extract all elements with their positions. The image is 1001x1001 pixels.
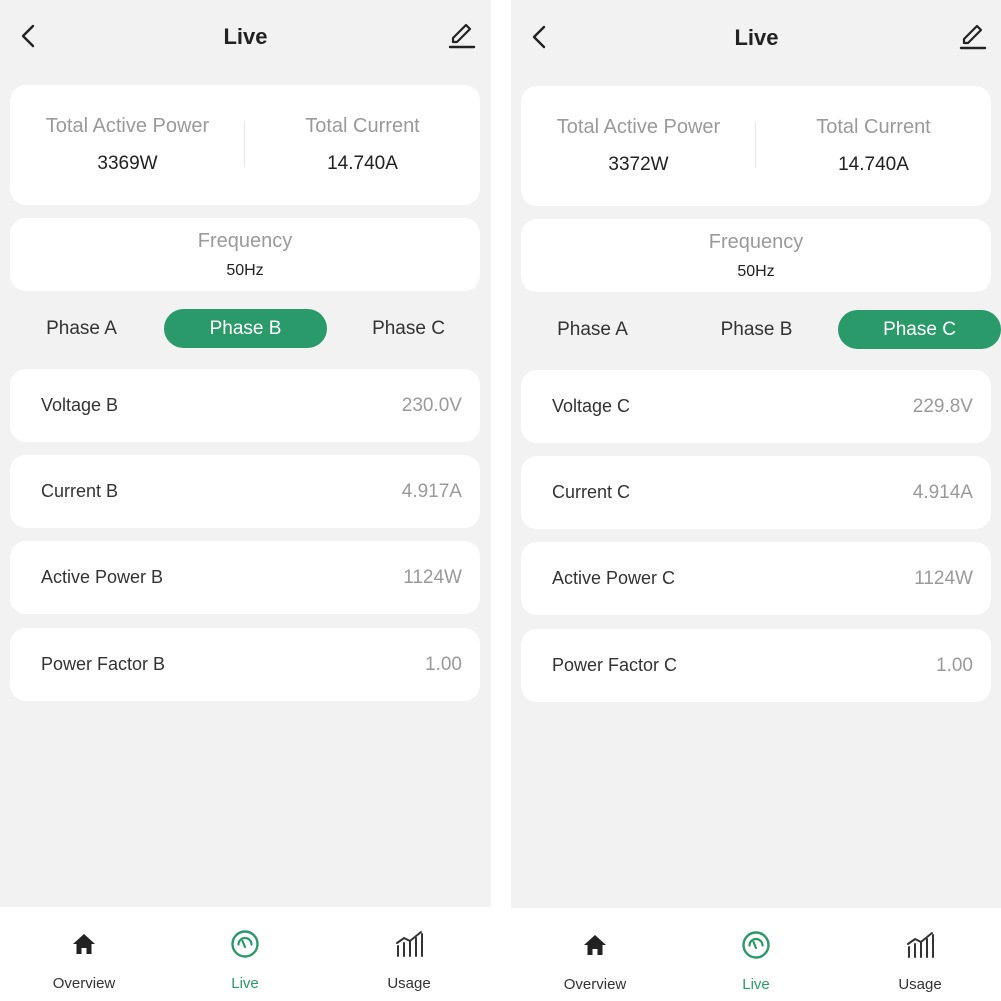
header: Live — [511, 1, 1001, 77]
total-active-power-label: Total Active Power — [45, 115, 210, 137]
power-factor-label: Power Factor B — [41, 654, 166, 674]
active-power-value: 1124W — [403, 567, 462, 588]
page-title: Live — [734, 25, 779, 50]
totals-card: Total Active Power 3369W Total Current 1… — [10, 85, 480, 205]
active-power-label: Active Power C — [552, 568, 676, 588]
page-title: Live — [223, 24, 268, 49]
total-current-label: Total Current — [816, 116, 931, 138]
total-current: Total Current 14.740A — [245, 85, 480, 205]
nav-usage-label: Usage — [387, 975, 431, 992]
nav-overview[interactable]: Overview — [513, 908, 677, 1001]
home-icon — [73, 934, 95, 954]
voltage-value: 229.8V — [912, 396, 973, 417]
bottom-nav: Overview Live Usage — [0, 907, 491, 1001]
power-factor-value: 1.00 — [936, 655, 973, 676]
active-power-row: Active Power C 1124W — [521, 542, 991, 615]
current-row: Current C 4.914A — [521, 456, 991, 529]
voltage-label: Voltage C — [552, 396, 631, 416]
tab-phase-a[interactable]: Phase A — [0, 309, 163, 348]
phone-screen-phase-c: Live Total Active Power 3372W Total Curr… — [511, 0, 1001, 1001]
current-label: Current C — [552, 482, 631, 502]
phase-tabs: Phase A Phase B Phase C — [0, 309, 491, 349]
nav-overview-label: Overview — [563, 976, 627, 993]
total-active-power-label: Total Active Power — [556, 116, 721, 138]
phase-tabs: Phase A Phase B Phase C — [511, 310, 1001, 350]
power-factor-row: Power Factor B 1.00 — [10, 628, 480, 701]
power-factor-label: Power Factor C — [552, 655, 678, 675]
tab-phase-a[interactable]: Phase A — [511, 310, 674, 349]
frequency-card: Frequency 50Hz — [521, 219, 991, 292]
frequency-value: 50Hz — [226, 262, 264, 279]
edit-button[interactable] — [446, 20, 478, 52]
total-current-value: 14.740A — [327, 153, 398, 174]
current-row: Current B 4.917A — [10, 455, 480, 528]
total-active-power-value: 3369W — [97, 153, 158, 174]
pencil-icon — [448, 23, 476, 49]
active-power-label: Active Power B — [41, 567, 164, 587]
voltage-row: Voltage C 229.8V — [521, 370, 991, 443]
voltage-value: 230.0V — [401, 395, 462, 416]
nav-usage[interactable]: Usage — [327, 907, 491, 1001]
current-label: Current B — [41, 481, 119, 501]
bar-chart-icon — [907, 932, 934, 958]
frequency-label: Frequency — [197, 230, 293, 252]
gauge-icon — [742, 931, 770, 959]
bottom-nav: Overview Live Usage — [511, 908, 1001, 1001]
nav-live-label: Live — [231, 975, 259, 992]
total-current: Total Current 14.740A — [756, 86, 991, 206]
total-active-power: Total Active Power 3372W — [521, 86, 756, 206]
total-active-power: Total Active Power 3369W — [10, 85, 245, 205]
frequency-label: Frequency — [708, 231, 804, 253]
power-factor-row: Power Factor C 1.00 — [521, 629, 991, 702]
nav-live-label: Live — [742, 976, 770, 993]
home-icon — [584, 935, 606, 955]
pencil-icon — [959, 24, 987, 50]
voltage-row: Voltage B 230.0V — [10, 369, 480, 442]
current-value: 4.917A — [401, 481, 462, 502]
nav-usage-label: Usage — [898, 976, 942, 993]
header: Live — [0, 0, 491, 76]
totals-card: Total Active Power 3372W Total Current 1… — [521, 86, 991, 206]
nav-live[interactable]: Live — [163, 907, 327, 1001]
tab-phase-b[interactable]: Phase B — [675, 310, 838, 349]
tab-phase-c[interactable]: Phase C — [838, 310, 1001, 349]
total-active-power-value: 3372W — [608, 154, 669, 175]
power-factor-value: 1.00 — [425, 654, 462, 675]
nav-usage[interactable]: Usage — [838, 908, 1001, 1001]
total-current-value: 14.740A — [838, 154, 909, 175]
current-value: 4.914A — [912, 482, 973, 503]
bar-chart-icon — [396, 931, 423, 957]
total-current-label: Total Current — [305, 115, 420, 137]
voltage-label: Voltage B — [41, 395, 119, 415]
tab-phase-b[interactable]: Phase B — [164, 309, 327, 348]
frequency-value: 50Hz — [737, 263, 775, 280]
nav-overview-label: Overview — [52, 975, 116, 992]
frequency-card: Frequency 50Hz — [10, 218, 480, 291]
active-power-value: 1124W — [914, 568, 973, 589]
tab-phase-c[interactable]: Phase C — [327, 309, 490, 348]
gauge-icon — [231, 930, 259, 958]
active-power-row: Active Power B 1124W — [10, 541, 480, 614]
phone-screen-phase-b: Live Total Active Power 3369W Total Curr… — [0, 0, 491, 1001]
edit-button[interactable] — [957, 21, 989, 53]
nav-overview[interactable]: Overview — [2, 907, 166, 1001]
nav-live[interactable]: Live — [674, 908, 838, 1001]
